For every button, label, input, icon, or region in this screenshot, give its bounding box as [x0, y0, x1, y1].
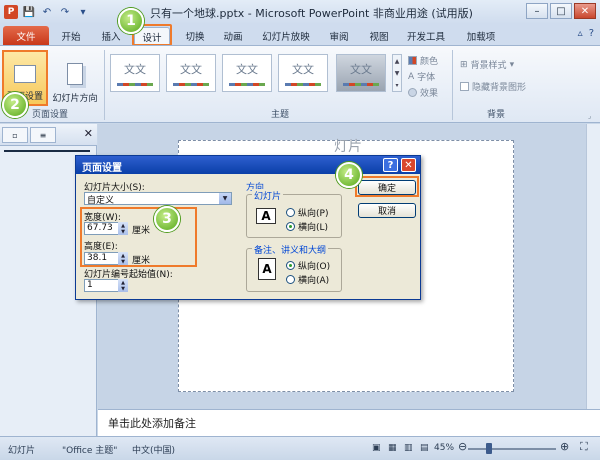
dialog-close-button[interactable]: ✕	[401, 158, 416, 172]
chevron-down-icon: ▾	[509, 59, 515, 70]
page-setup-group-label: 页面设置	[31, 110, 68, 120]
vertical-scrollbar[interactable]	[586, 124, 600, 409]
dialog-launcher-icon[interactable]: ⌟	[588, 112, 591, 120]
tab-file[interactable]: 文件	[3, 26, 49, 45]
close-pane-icon[interactable]: ✕	[84, 127, 93, 140]
notes-pane[interactable]: 单击此处添加备注	[98, 409, 600, 436]
slide-orientation-icon	[67, 63, 83, 85]
slideshow-icon[interactable]: ▤	[420, 443, 429, 453]
start-number-spinner-icon[interactable]: ▲ ▼	[118, 279, 128, 292]
tab-slideshow[interactable]: 幻灯片放映	[258, 27, 314, 45]
start-number-input[interactable]: 1 ▲ ▼	[84, 279, 128, 292]
minimize-button[interactable]: –	[526, 3, 548, 19]
ribbon-tabs: 文件 开始 插入 设计 切换 动画 幻灯片放映 审阅 视图 开发工具 加载项 ▵…	[0, 24, 600, 45]
zoom-in-icon[interactable]: ⊕	[560, 440, 569, 453]
undo-icon[interactable]: ↶	[40, 5, 54, 19]
window-title: 只有一个地球.pptx - Microsoft PowerPoint 非商业用途…	[150, 7, 473, 20]
background-styles-button[interactable]: ⊞ 背景样式 ▾	[460, 58, 515, 72]
zoom-out-icon[interactable]: ⊖	[458, 440, 467, 453]
help-icon[interactable]: ?	[589, 28, 594, 39]
notes-portrait-radio[interactable]: 纵向(O)	[286, 259, 330, 272]
normal-view-icon[interactable]: ▣	[372, 443, 381, 453]
tab-developer[interactable]: 开发工具	[402, 27, 450, 45]
tab-review[interactable]: 审阅	[324, 27, 354, 45]
language-indicator: 中文(中国)	[132, 446, 176, 456]
colors-icon	[408, 56, 417, 65]
slides-orientation-title: 幻灯片	[252, 189, 284, 202]
portrait-page-icon: A	[258, 258, 276, 280]
maximize-button[interactable]: □	[550, 3, 572, 19]
theme-dark[interactable]: 文文	[336, 54, 386, 92]
customize-toolbar-icon[interactable]: ▾	[76, 5, 90, 19]
step-3-badge: 3	[154, 206, 180, 232]
background-group-label: 背景	[486, 110, 505, 120]
theme-fonts-button[interactable]: A 字体	[408, 70, 435, 84]
dialog-help-button[interactable]: ?	[383, 158, 398, 172]
theme-office[interactable]: 文文	[110, 54, 160, 92]
cancel-button[interactable]: 取消	[358, 203, 416, 218]
ribbon: 页面设置 幻灯片方向 页面设置 文文 文文 文文 文文 文文 ▲▼▾ 主题 颜色…	[0, 45, 600, 123]
slide-sorter-icon[interactable]: ▦	[388, 443, 397, 453]
save-icon[interactable]: 💾	[22, 5, 36, 19]
outline-tab-icon[interactable]: ≡	[30, 127, 56, 143]
ok-button-highlight	[355, 176, 419, 197]
separator	[104, 50, 105, 120]
step-4-badge: 4	[336, 162, 362, 188]
page-setup-icon	[14, 65, 36, 83]
theme-aspect[interactable]: 文文	[222, 54, 272, 92]
effects-icon	[408, 88, 417, 97]
landscape-page-icon: A	[256, 208, 276, 224]
notes-landscape-radio[interactable]: 横向(A)	[286, 273, 329, 286]
slide-size-select[interactable]: 自定义 ▼	[84, 192, 232, 206]
hide-background-checkbox[interactable]: 隐藏背景图形	[460, 80, 526, 93]
slide-orientation-button[interactable]: 幻灯片方向	[50, 50, 100, 106]
notes-orientation-title: 备注、讲义和大纲	[252, 243, 329, 256]
chevron-down-icon[interactable]: ▼	[219, 193, 231, 204]
redo-icon[interactable]: ↷	[58, 5, 72, 19]
themes-group-label: 主题	[270, 110, 289, 120]
background-styles-icon: ⊞	[460, 59, 468, 70]
tab-transitions[interactable]: 切换	[180, 27, 210, 45]
tab-addins[interactable]: 加载项	[460, 27, 502, 45]
separator	[452, 50, 453, 120]
tab-animations[interactable]: 动画	[218, 27, 248, 45]
slide-placeholder-text[interactable]: 灯片	[334, 136, 362, 156]
slides-portrait-radio[interactable]: 纵向(P)	[286, 206, 328, 219]
theme-concourse[interactable]: 文文	[278, 54, 328, 92]
theme-slash[interactable]: 文文	[166, 54, 216, 92]
reading-view-icon[interactable]: ▥	[404, 443, 413, 453]
tab-home[interactable]: 开始	[56, 27, 86, 45]
slides-landscape-radio[interactable]: 横向(L)	[286, 220, 328, 233]
step-1-badge: 1	[118, 8, 144, 34]
checkbox-icon	[460, 82, 469, 91]
slide-orientation-label: 幻灯片方向	[52, 94, 98, 104]
step-2-badge: 2	[2, 92, 28, 118]
fit-to-window-icon[interactable]: ⛶	[580, 440, 588, 454]
fonts-icon: A	[408, 71, 415, 82]
title-bar: P 💾 ↶ ↷ ▾ 只有一个地球.pptx - Microsoft PowerP…	[0, 0, 600, 24]
status-bar: 幻灯片 "Office 主题" 中文(中国) ▣ ▦ ▥ ▤ 45% ⊖ ⊕ ⛶	[0, 436, 600, 460]
slide-thumbnail[interactable]	[4, 150, 90, 152]
powerpoint-logo-icon: P	[4, 5, 18, 19]
close-button[interactable]: ✕	[574, 3, 596, 19]
theme-colors-button[interactable]: 颜色	[408, 54, 438, 67]
theme-indicator: "Office 主题"	[62, 446, 118, 456]
theme-gallery-scroll[interactable]: ▲ ▼ ▾	[392, 54, 402, 92]
dialog-title: 页面设置	[76, 156, 420, 174]
minimize-ribbon-icon[interactable]: ▵	[578, 28, 583, 39]
slide-indicator: 幻灯片	[8, 446, 36, 456]
tab-view[interactable]: 视图	[364, 27, 394, 45]
slides-tab-icon[interactable]: ▫	[2, 127, 28, 143]
zoom-slider-thumb[interactable]	[486, 443, 492, 454]
zoom-slider[interactable]	[468, 448, 556, 450]
zoom-level[interactable]: 45%	[434, 443, 454, 453]
theme-effects-button[interactable]: 效果	[408, 86, 438, 99]
